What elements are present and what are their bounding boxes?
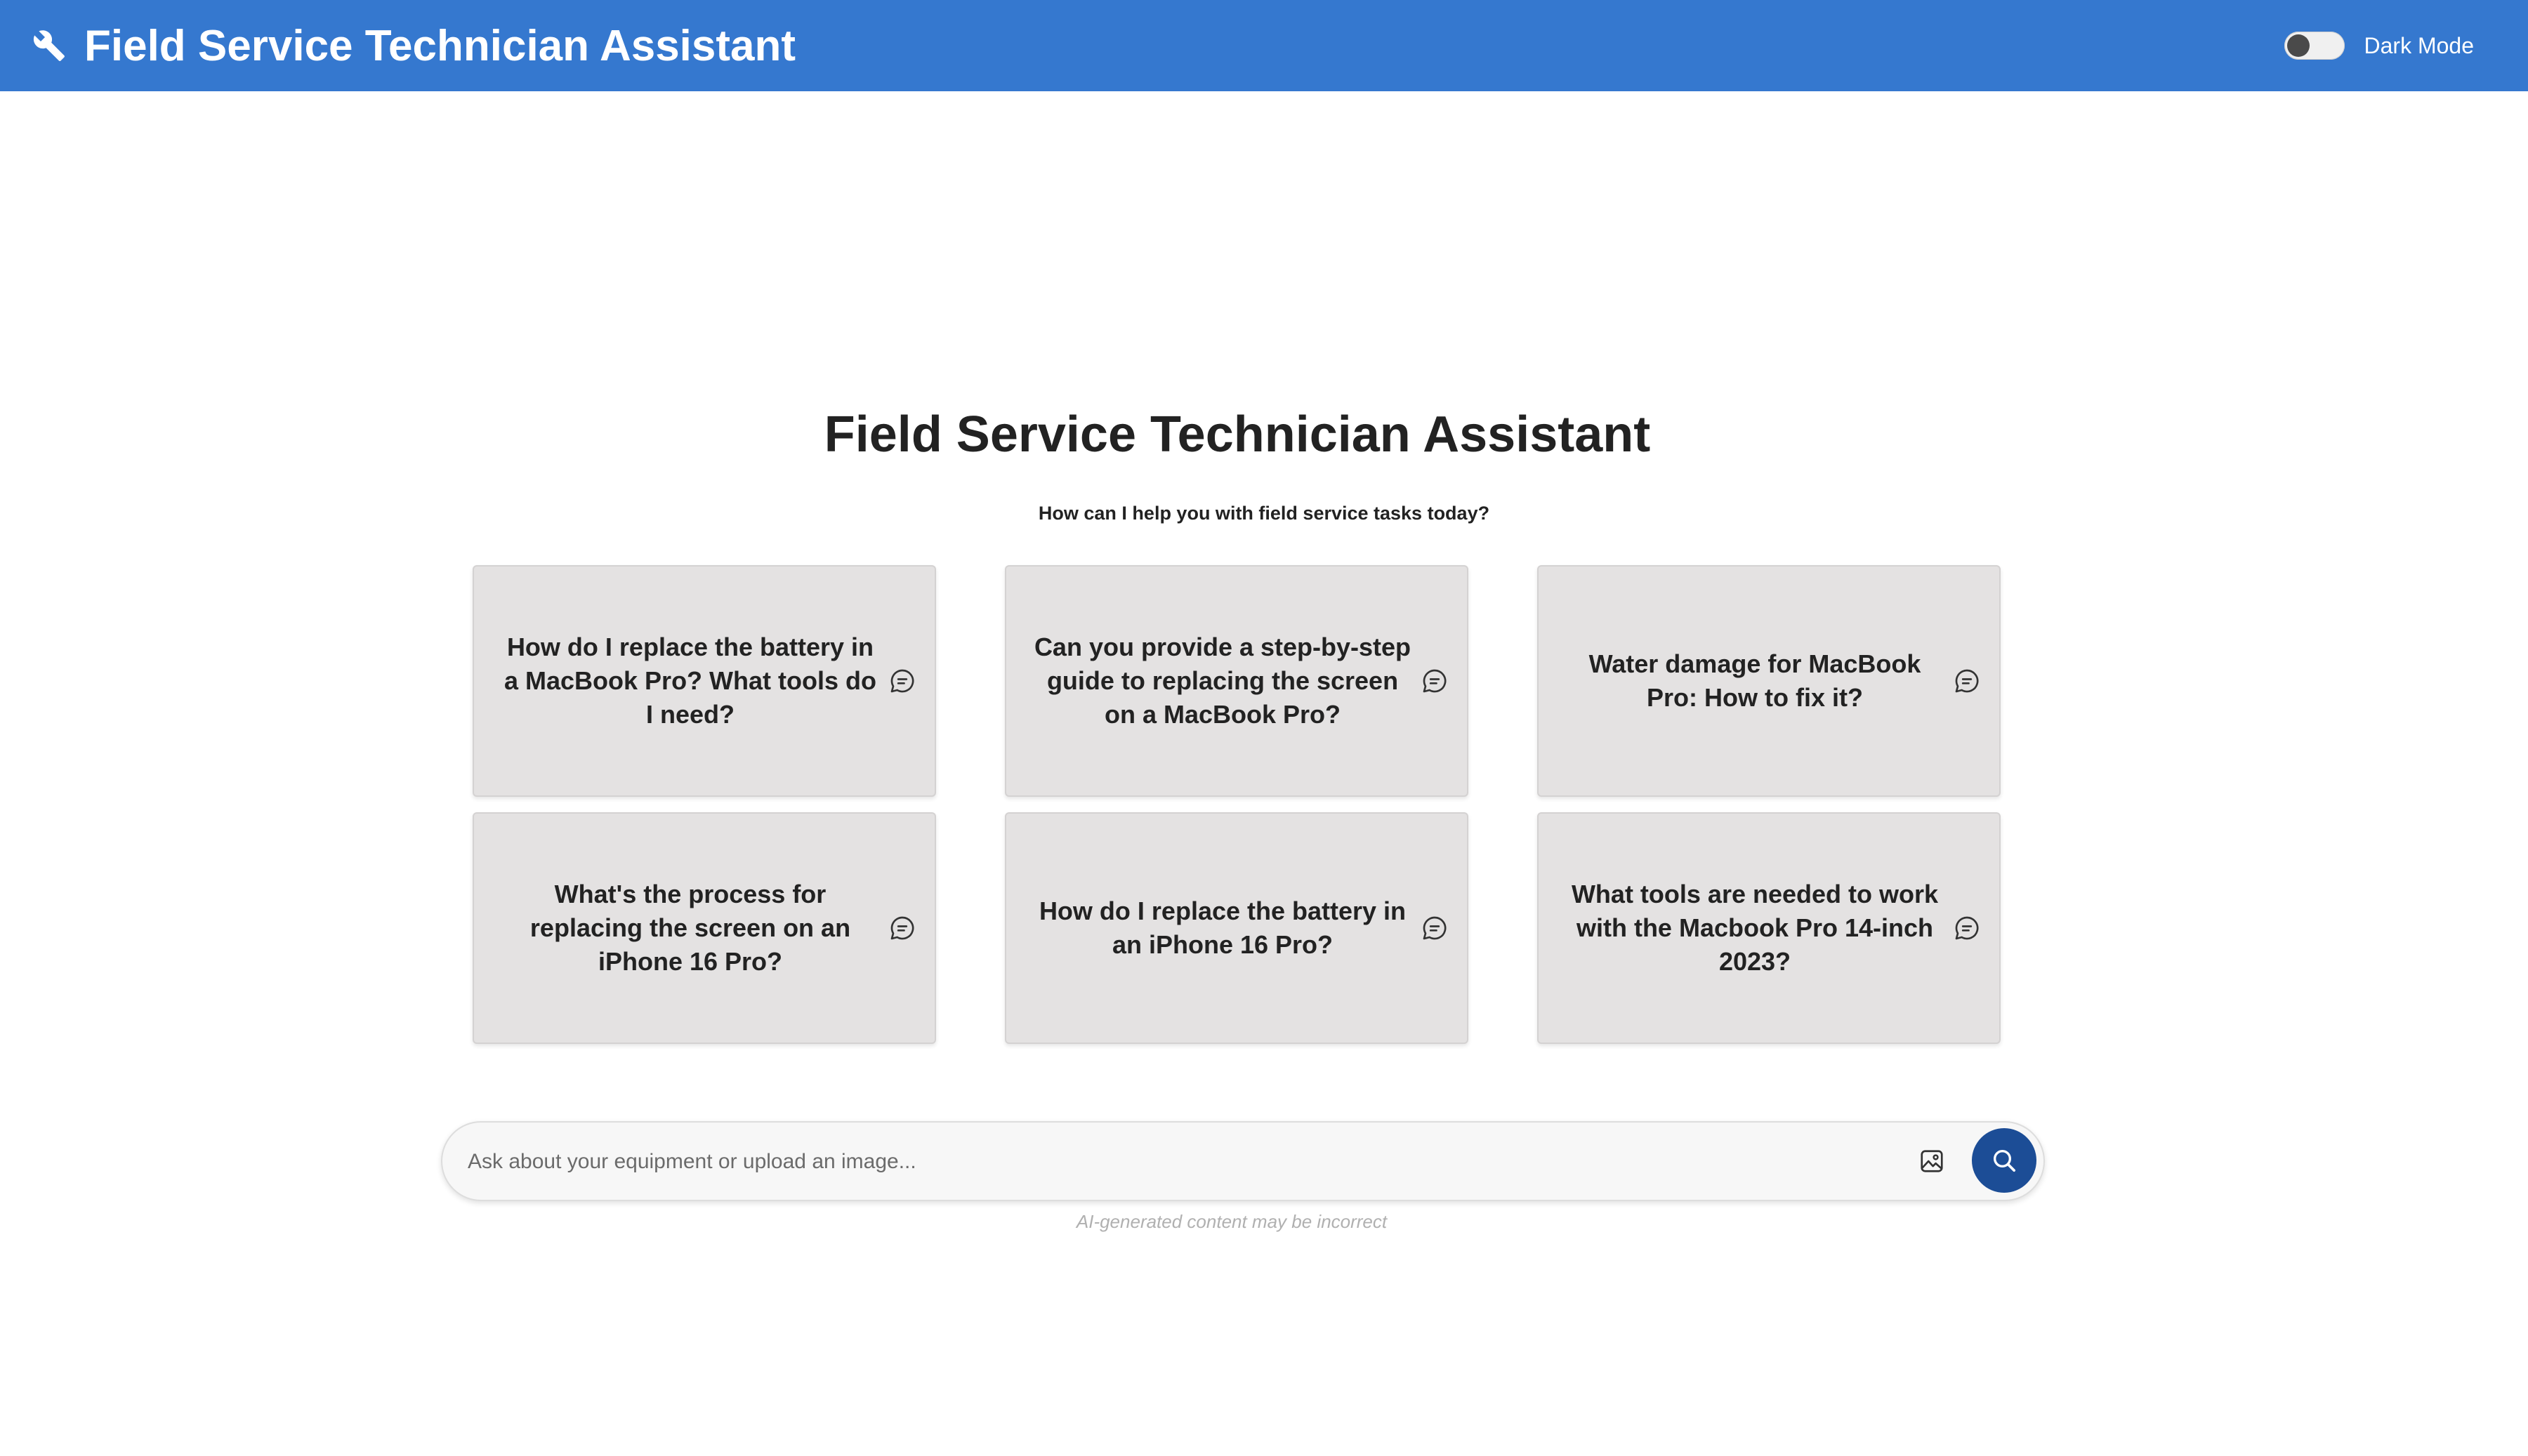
suggestion-card[interactable]: How do I replace the battery in a MacBoo… <box>473 565 936 797</box>
dark-mode-label: Dark Mode <box>2364 32 2475 58</box>
chat-bubble-icon <box>1423 669 1447 693</box>
suggestion-text: How do I replace the battery in a MacBoo… <box>503 633 876 729</box>
dark-mode-toggle[interactable] <box>2284 32 2345 60</box>
app-title: Field Service Technician Assistant <box>84 21 796 70</box>
chat-bubble-icon <box>1423 916 1447 940</box>
page-title: Field Service Technician Assistant <box>0 406 2528 463</box>
search-icon <box>1994 1150 2015 1172</box>
suggestion-text: Water damage for MacBook Pro: How to fix… <box>1588 649 1921 712</box>
chat-bubble-icon <box>890 916 914 940</box>
wrench-icon <box>33 30 65 61</box>
suggestion-text: What's the process for replacing the scr… <box>529 880 851 976</box>
search-bar <box>441 1121 2045 1201</box>
page-subtitle-text: How can I help you with field service ta… <box>1038 503 1490 524</box>
disclaimer-text: AI-generated content may be incorrect <box>1076 1211 1388 1232</box>
disclaimer: AI-generated content may be incorrect <box>0 1211 2528 1233</box>
image-upload-icon[interactable] <box>1918 1148 1945 1174</box>
suggestion-card[interactable]: How do I replace the battery in an iPhon… <box>1005 812 1468 1044</box>
dark-mode-control: Dark Mode <box>2284 0 2475 91</box>
chat-bubble-icon <box>1955 669 1979 693</box>
app-header: Field Service Technician Assistant Dark … <box>0 0 2528 91</box>
suggestion-card[interactable]: Water damage for MacBook Pro: How to fix… <box>1537 565 2001 797</box>
page-subtitle: How can I help you with field service ta… <box>0 503 2528 524</box>
suggestion-text: What tools are needed to work with the M… <box>1571 880 1939 976</box>
chat-bubble-icon <box>1955 916 1979 940</box>
suggestion-card[interactable]: What's the process for replacing the scr… <box>473 812 936 1044</box>
toggle-knob <box>2286 34 2310 57</box>
suggestion-cards: How do I replace the battery in a MacBoo… <box>473 565 2003 1044</box>
suggestion-card[interactable]: What tools are needed to work with the M… <box>1537 812 2001 1044</box>
suggestion-card[interactable]: Can you provide a step-by-step guide to … <box>1005 565 1468 797</box>
suggestion-text: How do I replace the battery in an iPhon… <box>1039 896 1407 959</box>
search-button[interactable] <box>1972 1128 2036 1193</box>
chat-bubble-icon <box>890 669 914 693</box>
suggestion-text: Can you provide a step-by-step guide to … <box>1034 633 1411 729</box>
page-title-text: Field Service Technician Assistant <box>824 406 1651 463</box>
search-input[interactable] <box>466 1141 1845 1183</box>
